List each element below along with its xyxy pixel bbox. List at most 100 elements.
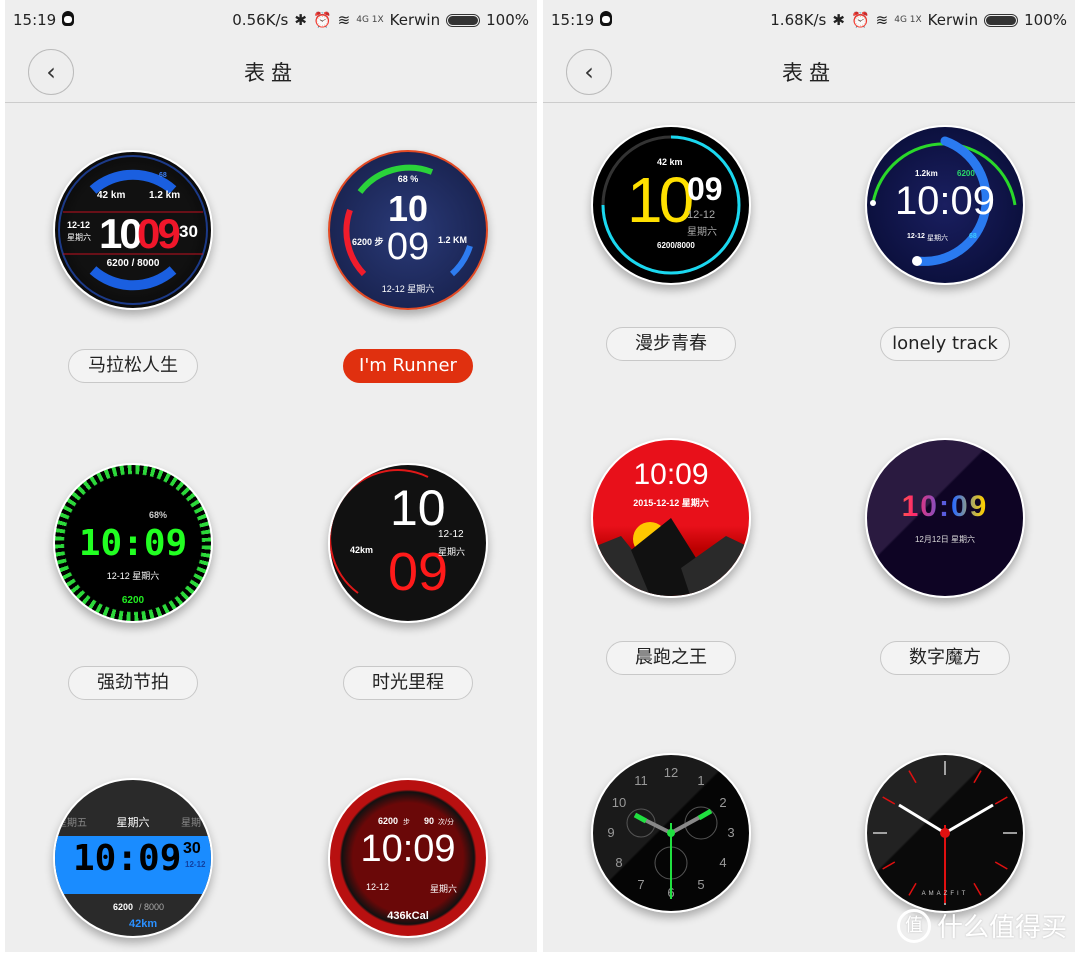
watch-face-chronograph[interactable]: 111098765432112 <box>591 753 751 913</box>
steps-value: 6200/8000 <box>657 241 695 250</box>
next-day-value: 星期 <box>181 818 201 829</box>
signal-icon: 4G 1X <box>894 15 922 25</box>
bluetooth-icon: ✱ <box>294 11 307 29</box>
analog-dial <box>873 761 1017 905</box>
wifi-icon: ≋ <box>337 11 351 29</box>
face-label-time-mileage[interactable]: 时光里程 <box>343 666 473 700</box>
watch-face-lonely-track[interactable]: 1.2km 6200 10:09 12-12 星期六 68 <box>865 125 1025 285</box>
hour-value: 10 <box>99 210 143 257</box>
face-label-power-beat[interactable]: 强劲节拍 <box>68 666 198 700</box>
watch-face-stroll-youth[interactable]: 42 km 10 09 12-12 星期六 6200/8000 <box>591 125 751 285</box>
second-value: 30 <box>179 222 198 241</box>
hour-value: 10 <box>627 164 694 236</box>
battery-icon <box>446 13 481 27</box>
steps-unit: 步 <box>403 819 410 826</box>
steps-goal-value: / 8000 <box>139 902 165 912</box>
dial-numeral: 8 <box>615 855 622 870</box>
run-value: 1.2 km <box>149 190 181 201</box>
watch-face-power-beat[interactable]: 68% 10:09 12-12 星期六 6200 <box>53 463 213 623</box>
distance-value: 42km <box>129 918 158 930</box>
analog-dial: 111098765432112 <box>607 765 734 900</box>
battery-value: 68 % <box>397 174 419 184</box>
page-title: 表盘 <box>782 61 836 85</box>
dial-numeral: 5 <box>697 877 704 892</box>
watch-face-sport-blue[interactable]: 星期五 星期六 星期 10:09 30 12-12 6200 / 8000 42… <box>53 778 213 938</box>
status-time: 15:19 <box>13 11 57 29</box>
run-value: 1.2 KM <box>438 235 468 245</box>
minute-value: 09 <box>137 210 181 257</box>
hour-tick <box>994 861 1008 870</box>
watch-face-digital-cube[interactable]: 10:09 12月12日 星期六 <box>865 438 1025 598</box>
watch-face-morning-run[interactable]: 10:09 2015-12-12 星期六 <box>591 438 751 598</box>
run-value: 1.2km <box>915 169 938 178</box>
hour-tick <box>882 796 896 805</box>
time-value: 10:09 <box>78 523 188 564</box>
bluetooth-icon: ✱ <box>832 11 845 29</box>
battery-percent: 100% <box>486 11 529 29</box>
weekday-value: 星期六 <box>438 547 466 557</box>
watch-face-time-mileage[interactable]: 10 09 42km 12-12 星期六 <box>328 463 488 623</box>
signal-icon: 4G 1X <box>356 15 384 25</box>
network-speed: 1.68K/s <box>770 11 827 29</box>
brand-text: AMAZFIT <box>921 891 969 897</box>
alarm-icon: ⏰ <box>850 11 870 29</box>
alarm-icon: ⏰ <box>312 11 332 29</box>
carrier: Kerwin <box>389 11 441 29</box>
right-screen: 15:19 1.68K/s ✱ ⏰ ≋ 4G 1X Kerwin 100% ‹ … <box>543 0 1075 952</box>
hour-tick <box>973 770 982 784</box>
status-time: 15:19 <box>551 11 595 29</box>
dial-numeral: 4 <box>719 855 726 870</box>
page-title: 表盘 <box>244 61 298 85</box>
date-value: 12月12日 星期六 <box>914 535 976 544</box>
date-value: 12-12 <box>67 220 91 230</box>
left-screen: 15:19 0.56K/s ✱ ⏰ ≋ 4G 1X Kerwin 100% ‹ … <box>5 0 537 952</box>
face-label-stroll-youth[interactable]: 漫步青春 <box>606 327 736 361</box>
face-label-im-runner[interactable]: I'm Runner <box>343 349 473 383</box>
weekday-value: 星期六 <box>67 233 91 242</box>
distance-value: 42 km <box>97 190 126 201</box>
steps-value: 6200 <box>957 169 975 178</box>
watermark-logo-icon: 值 <box>896 908 931 943</box>
steps-value: 6200 <box>113 902 134 912</box>
battery-value: 68% <box>148 510 167 520</box>
face-label-lonely-track[interactable]: lonely track <box>880 327 1010 361</box>
battery-value: 68 <box>159 172 167 179</box>
watch-face-amazfit-classic[interactable]: AMAZFIT <box>865 753 1025 913</box>
dial-numeral: 3 <box>727 825 734 840</box>
carrier: Kerwin <box>927 11 979 29</box>
watermark-text: 什么值得买 <box>936 913 1067 943</box>
watch-face-red-racer[interactable]: 6200 步 90 次/分 10:09 12-12 星期六 436kCal <box>328 778 488 938</box>
time-value: 10:09 <box>867 490 1023 524</box>
dial-numeral: 2 <box>719 795 726 810</box>
watch-face-marathon[interactable]: 42 km 1.2 km 68 12-12 星期六 10 09 30 6200 … <box>53 150 213 310</box>
qq-icon <box>600 11 612 26</box>
steps-value: 6200 / 8000 <box>106 258 160 269</box>
time-value: 10:09 <box>73 838 182 879</box>
battery-value: 68 <box>969 233 977 240</box>
dial-numeral: 11 <box>634 773 648 788</box>
second-value: 30 <box>183 840 201 857</box>
qq-icon <box>62 11 74 26</box>
battery-percent: 100% <box>1024 11 1067 29</box>
header: ‹ 表盘 <box>543 40 1075 103</box>
date-value: 2015-12-12 星期六 <box>633 498 709 508</box>
dial-numeral: 1 <box>697 773 704 788</box>
wifi-icon: ≋ <box>875 11 889 29</box>
dial-numeral: 9 <box>607 825 614 840</box>
hour-value: 10 <box>387 188 429 229</box>
watch-face-im-runner[interactable]: 68 % 10 09 6200 步 1.2 KM 12-12 星期六 <box>328 150 488 310</box>
dial-numeral: 10 <box>612 795 626 810</box>
face-label-morning-run[interactable]: 晨跑之王 <box>606 641 736 675</box>
dial-numeral: 7 <box>637 877 644 892</box>
time-value: 10:09 <box>360 828 456 870</box>
header: ‹ 表盘 <box>5 40 537 103</box>
date-value: 12-12 星期六 <box>106 571 160 581</box>
steps-value: 6200 <box>121 595 145 606</box>
dial-numeral: 12 <box>664 765 678 780</box>
face-label-digital-cube[interactable]: 数字魔方 <box>880 641 1010 675</box>
steps-value: 6200 <box>378 816 399 826</box>
date-value: 12-12 <box>907 233 925 240</box>
calories-value: 436kCal <box>387 910 429 922</box>
date-value: 12-12 星期六 <box>381 284 435 294</box>
face-label-marathon[interactable]: 马拉松人生 <box>68 349 198 383</box>
